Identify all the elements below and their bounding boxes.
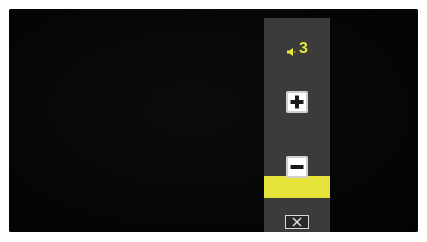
video-area[interactable] bbox=[9, 9, 418, 232]
volume-up-button[interactable] bbox=[286, 91, 308, 113]
volume-indicator: 3 bbox=[264, 40, 330, 58]
volume-panel: 3 bbox=[264, 18, 330, 232]
close-icon bbox=[292, 217, 302, 227]
volume-value: 3 bbox=[299, 40, 308, 57]
volume-down-button[interactable] bbox=[286, 156, 308, 178]
video-screen: 3 bbox=[9, 9, 418, 232]
plus-icon bbox=[290, 95, 304, 109]
minus-icon bbox=[290, 165, 304, 169]
volume-level-bar bbox=[264, 176, 330, 198]
close-volume-button[interactable] bbox=[285, 215, 309, 229]
speaker-icon bbox=[286, 44, 296, 56]
